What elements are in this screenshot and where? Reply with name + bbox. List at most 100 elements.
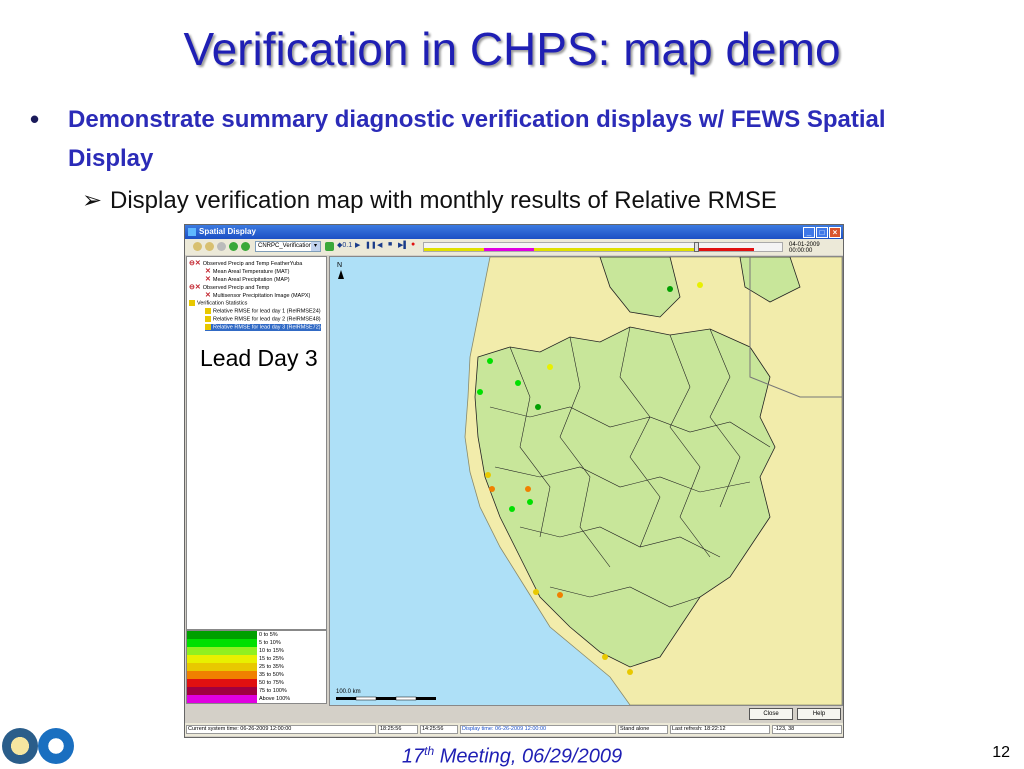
legend-row: 5 to 10% <box>187 639 326 647</box>
tree-item-label: Verification Statistics <box>197 300 248 307</box>
maximize-button[interactable]: □ <box>816 227 828 238</box>
record-icon[interactable]: ● <box>411 241 415 248</box>
disabled-icon: ✕ <box>205 268 211 275</box>
help-button[interactable]: Help <box>797 708 841 720</box>
status-mode: Stand alone <box>618 725 668 734</box>
back-icon[interactable] <box>229 242 238 251</box>
page-number: 12 <box>992 744 1010 761</box>
tree-item-relrmse72[interactable]: Relative RMSE for lead day 3 (RelRMSE72) <box>205 324 321 332</box>
status-time-2: 14:25:56 <box>420 725 458 734</box>
close-window-button[interactable]: × <box>829 227 841 238</box>
disabled-icon: ✕ <box>205 292 211 299</box>
tree-item-observed-featheryuba[interactable]: ⊖✕ Observed Precip and Temp FeatherYuba <box>189 260 302 268</box>
close-button[interactable]: Close <box>749 708 793 720</box>
chevron-down-icon[interactable]: ▾ <box>311 242 320 251</box>
bullet-2: ➢ Display verification map with monthly r… <box>82 186 777 215</box>
lead-day-label: Lead Day 3 <box>200 345 318 371</box>
tree-item-mapx[interactable]: ✕ Multisensor Precipitation Image (MAPX) <box>205 292 310 300</box>
time-slider-thumb[interactable] <box>694 242 699 252</box>
legend-swatch <box>187 647 257 655</box>
tree-item-map[interactable]: ✕ Mean Areal Precipitation (MAP) <box>205 276 290 284</box>
speed-value: 0.1 <box>342 242 353 249</box>
legend-row: 15 to 25% <box>187 655 326 663</box>
arrow-bullet-icon: ➢ <box>82 187 103 214</box>
status-system-time: Current system time: 06-26-2009 12:00:00 <box>186 725 376 734</box>
forward-icon[interactable] <box>241 242 250 251</box>
warning-icon <box>205 316 211 322</box>
station-marker <box>487 358 493 364</box>
slide-title: Verification in CHPS: map demo <box>183 23 841 75</box>
footer-meeting: 17th Meeting, 06/29/2009 <box>0 744 1024 769</box>
tree-item-label: Observed Precip and Temp FeatherYuba <box>202 261 303 267</box>
status-coords: -123, 38 <box>772 725 842 734</box>
legend-swatch <box>187 687 257 695</box>
tree-item-verification[interactable]: Verification Statistics <box>189 300 247 307</box>
timeline-segment <box>424 248 484 251</box>
step-back-icon[interactable]: ◀ <box>377 241 382 249</box>
legend-row: Above 100% <box>187 695 326 703</box>
bullet-1-text: Demonstrate summary diagnostic verificat… <box>68 106 886 172</box>
status-time-1: 18:25:56 <box>378 725 418 734</box>
color-legend: 0 to 5% 5 to 10% 10 to 15% 15 to 25% 25 … <box>186 630 327 704</box>
legend-swatch <box>187 695 257 703</box>
stop-icon[interactable]: ■ <box>388 241 392 248</box>
speed-icon[interactable]: ◆0.1 <box>337 241 352 249</box>
legend-label: 75 to 100% <box>259 688 287 694</box>
pause-icon[interactable]: ❚❚ <box>365 241 377 249</box>
legend-label: 35 to 50% <box>259 672 284 678</box>
legend-row: 75 to 100% <box>187 687 326 695</box>
legend-swatch <box>187 671 257 679</box>
disabled-icon: ✕ <box>205 276 211 283</box>
legend-swatch <box>187 679 257 687</box>
current-time-display: 04-01-2009 00:00:00 <box>789 242 820 254</box>
bullet-2-text: Display verification map with monthly re… <box>110 187 777 214</box>
layer-tree: ⊖✕ Observed Precip and Temp FeatherYuba ✕… <box>186 256 327 630</box>
legend-row: 35 to 50% <box>187 671 326 679</box>
north-arrow-label: N <box>337 262 342 269</box>
bullet-dot: • <box>30 104 40 134</box>
workspace-select[interactable]: CNRPC_Verification ▾ <box>255 241 321 252</box>
play-icon[interactable]: ▶ <box>355 241 360 249</box>
minimize-button[interactable]: _ <box>803 227 815 238</box>
folder-icon <box>189 300 195 306</box>
legend-row: 50 to 75% <box>187 679 326 687</box>
workspace-select-value: CNRPC_Verification <box>258 243 313 249</box>
tree-item-label: Relative RMSE for lead day 1 (RelRMSE24) <box>213 308 321 315</box>
zoom-in-icon[interactable] <box>193 242 202 251</box>
tree-item-mat[interactable]: ✕ Mean Areal Temperature (MAT) <box>205 268 289 276</box>
map-svg: N 100.0 km <box>330 257 842 705</box>
legend-label: 5 to 10% <box>259 640 281 646</box>
legend-label: 15 to 25% <box>259 656 284 662</box>
legend-label: 25 to 35% <box>259 664 284 670</box>
spatial-display-window: Spatial Display _ □ × CNRPC_Verification ▾… <box>184 224 844 738</box>
window-controls: _ □ × <box>802 226 841 240</box>
tree-item-relrmse48[interactable]: Relative RMSE for lead day 2 (RelRMSE48) <box>205 316 321 323</box>
warning-icon <box>205 308 211 314</box>
disabled-icon: ⊖✕ <box>189 260 201 267</box>
tree-item-observed[interactable]: ⊖✕ Observed Precip and Temp <box>189 284 269 292</box>
tree-item-label: Multisensor Precipitation Image (MAPX) <box>212 293 311 299</box>
legend-label: 50 to 75% <box>259 680 284 686</box>
footer-num: 17 <box>401 745 425 768</box>
tree-item-label: Relative RMSE for lead day 2 (RelRMSE48) <box>213 316 321 323</box>
legend-label: Above 100% <box>259 696 291 702</box>
step-forward-icon[interactable]: ▶▌ <box>398 241 408 249</box>
refresh-icon[interactable] <box>325 242 334 251</box>
window-titlebar[interactable]: Spatial Display _ □ × <box>185 225 843 239</box>
window-title: Spatial Display <box>199 227 256 236</box>
legend-row: 25 to 35% <box>187 663 326 671</box>
tree-item-relrmse24[interactable]: Relative RMSE for lead day 1 (RelRMSE24) <box>205 308 321 315</box>
timeline-segment <box>534 248 694 251</box>
zoom-out-icon[interactable] <box>205 242 214 251</box>
timeline-segment <box>484 248 534 251</box>
timeline-segment <box>694 248 754 251</box>
toolbar: CNRPC_Verification ▾ ◆0.1 ▶ ❚❚ ◀ ■ ▶▌ ● … <box>185 239 843 255</box>
status-last-refresh: Last refresh: 18:22:12 <box>670 725 770 734</box>
footer-rest: Meeting, 06/29/2009 <box>434 745 623 768</box>
tree-item-label: Observed Precip and Temp <box>202 285 270 291</box>
pan-icon[interactable] <box>217 242 226 251</box>
status-display-time: Display time: 06-26-2009 12:00:00 <box>460 725 616 734</box>
time-slider[interactable] <box>423 242 783 252</box>
disabled-icon: ⊖✕ <box>189 284 201 291</box>
map-canvas[interactable]: N 100.0 km <box>329 256 843 706</box>
